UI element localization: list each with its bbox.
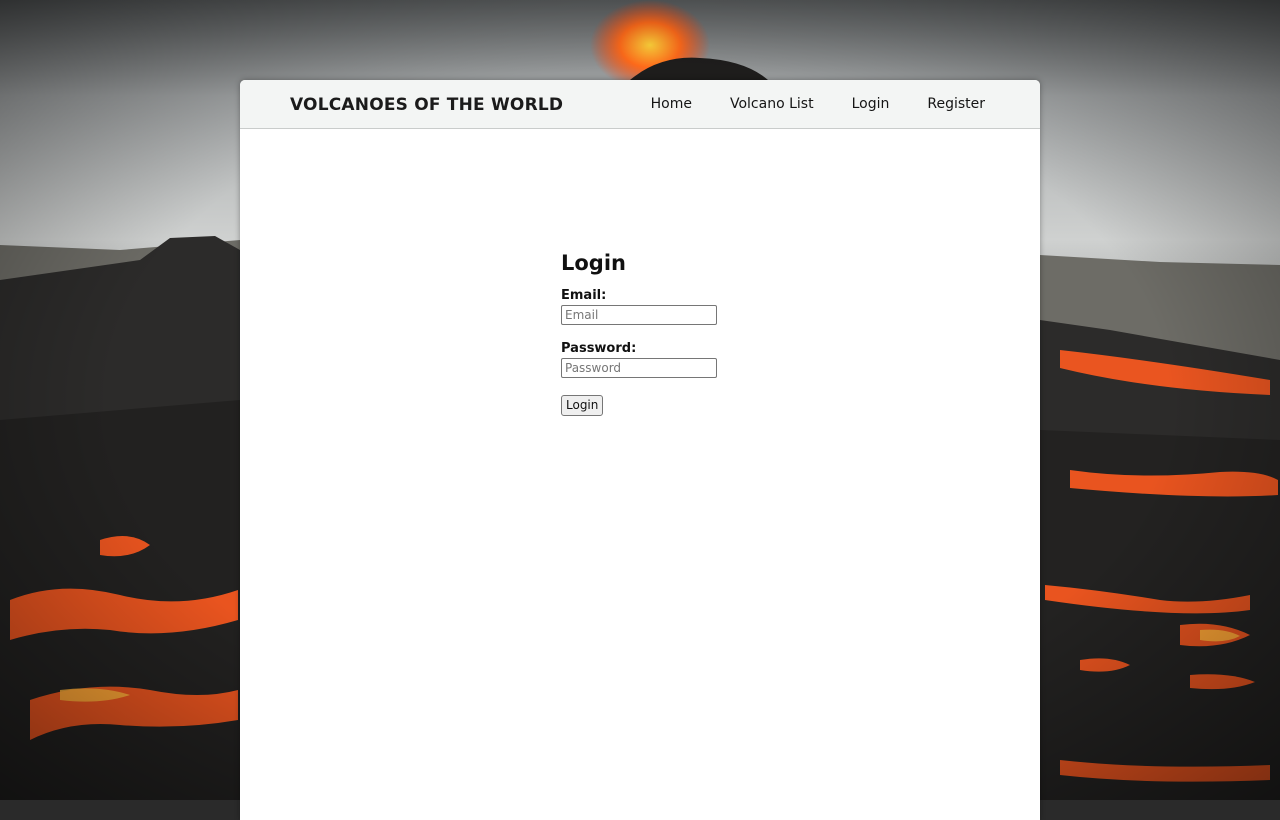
- login-button[interactable]: Login: [561, 394, 604, 416]
- password-field-group: Password:: [561, 341, 761, 378]
- login-form: Login Email: Password: Login: [561, 251, 761, 416]
- nav-link-home[interactable]: Home: [651, 96, 692, 112]
- password-field[interactable]: [561, 358, 717, 378]
- email-field-group: Email:: [561, 288, 761, 325]
- site-brand-title[interactable]: VOLCANOES OF THE WORLD: [290, 95, 563, 115]
- nav-link-volcano-list[interactable]: Volcano List: [730, 96, 814, 112]
- nav-link-register[interactable]: Register: [927, 96, 985, 112]
- email-field[interactable]: [561, 305, 717, 325]
- email-label: Email:: [561, 288, 607, 303]
- password-label: Password:: [561, 341, 637, 356]
- nav-links: Home Volcano List Login Register: [651, 96, 985, 112]
- login-form-title: Login: [561, 251, 626, 275]
- main-content-panel: VOLCANOES OF THE WORLD Home Volcano List…: [240, 80, 1040, 820]
- nav-link-login[interactable]: Login: [852, 96, 890, 112]
- top-navbar: VOLCANOES OF THE WORLD Home Volcano List…: [240, 80, 1040, 129]
